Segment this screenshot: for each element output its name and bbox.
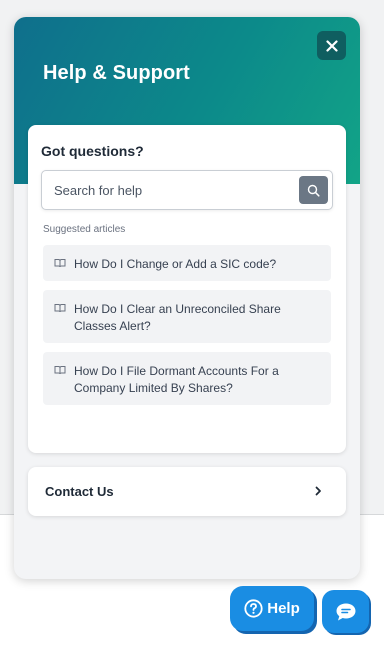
article-title: How Do I Clear an Unreconciled Share Cla… [74, 302, 281, 333]
chat-bubble-icon [336, 603, 355, 620]
article-item[interactable]: How Do I Clear an Unreconciled Share Cla… [43, 290, 331, 343]
close-icon [325, 39, 338, 52]
article-item[interactable]: How Do I Change or Add a SIC code? [43, 245, 331, 281]
questions-heading: Got questions? [41, 143, 144, 159]
suggested-articles-label: Suggested articles [43, 224, 126, 235]
chevron-right-icon [315, 486, 321, 496]
article-title: How Do I File Dormant Accounts For a Com… [74, 364, 279, 395]
search-button[interactable] [299, 176, 328, 204]
contact-us-button[interactable]: Contact Us [28, 467, 346, 516]
search-box [41, 170, 333, 210]
questions-card: Got questions? Suggested articles How Do… [28, 125, 346, 453]
contact-us-label: Contact Us [45, 484, 114, 499]
help-support-panel: Help & Support Got questions? Suggested … [14, 17, 360, 579]
search-icon [307, 184, 320, 197]
help-launcher-label: Help [267, 600, 300, 617]
chat-launcher-button[interactable] [322, 590, 369, 633]
help-launcher-button[interactable]: Help [230, 586, 314, 631]
panel-title: Help & Support [43, 62, 190, 84]
search-input[interactable] [42, 171, 292, 209]
book-icon [54, 366, 66, 375]
book-icon [54, 304, 66, 313]
close-button[interactable] [317, 31, 346, 60]
question-circle-icon [244, 599, 263, 618]
article-title: How Do I Change or Add a SIC code? [74, 257, 277, 271]
book-icon [54, 259, 66, 268]
article-item[interactable]: How Do I File Dormant Accounts For a Com… [43, 352, 331, 405]
